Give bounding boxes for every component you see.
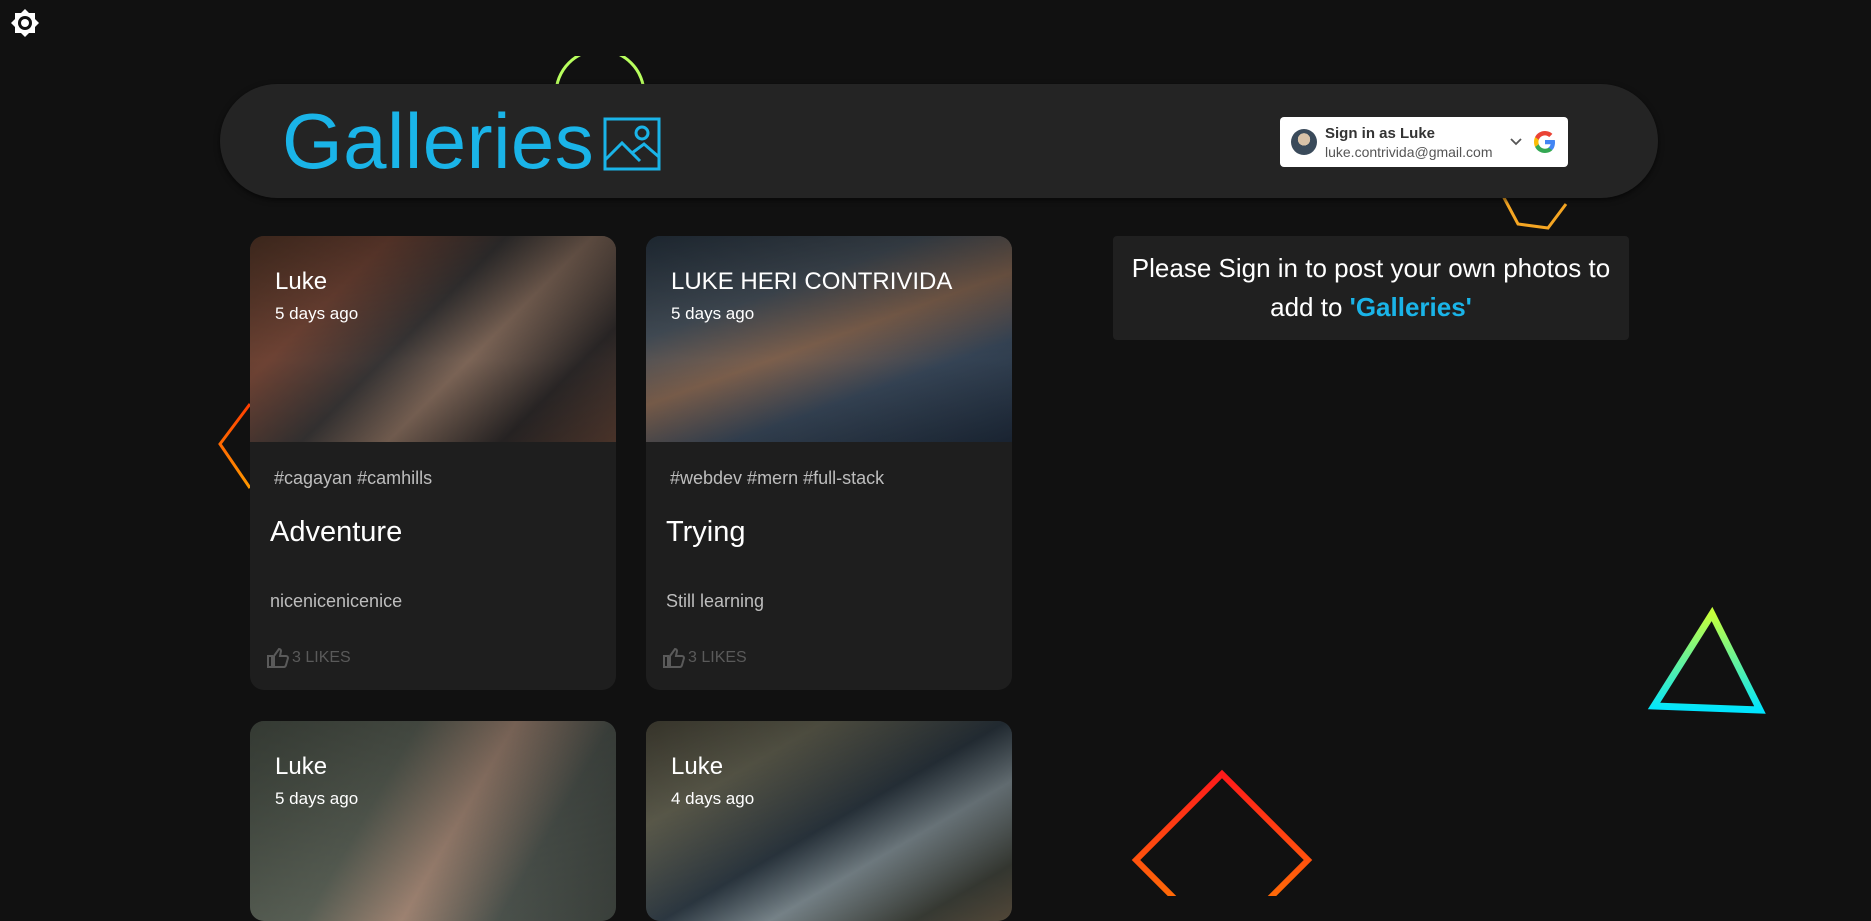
thumb-up-icon (663, 647, 686, 668)
post-time: 5 days ago (275, 304, 359, 323)
page-title: Galleries (282, 97, 595, 185)
post-time: 4 days ago (671, 789, 755, 808)
post-time: 5 days ago (275, 789, 359, 808)
post-message: Still learning (666, 591, 765, 611)
post-card[interactable]: Luke 4 days ago (646, 721, 1012, 921)
post-title: Adventure (270, 516, 403, 548)
post-card[interactable]: Luke 5 days ago #cagayan #camhills Adven… (250, 236, 616, 690)
triangle-decoration (1647, 606, 1766, 714)
post-card[interactable]: LUKE HERI CONTRIVIDA 5 days ago #webdev … (646, 236, 1012, 690)
google-signin-button[interactable]: Sign in as Luke luke.contrivida@gmail.co… (1280, 117, 1568, 167)
diamond-bottom-decoration (1131, 769, 1313, 896)
post-message: nicenicenicenice (270, 591, 403, 611)
image-icon (603, 117, 661, 171)
post-owner: LUKE HERI CONTRIVIDA (671, 268, 953, 295)
post-owner: Luke (275, 268, 328, 295)
google-icon (1534, 131, 1555, 153)
like-button[interactable]: 3 LIKES (662, 646, 747, 670)
post-tags: #cagayan #camhills (274, 468, 433, 488)
like-button[interactable]: 3 LIKES (266, 646, 351, 670)
post-card[interactable]: Luke 5 days ago (250, 721, 616, 921)
signin-notice: Please Sign in to post your own photos t… (1113, 236, 1629, 340)
thumb-up-icon (267, 647, 290, 668)
brightness-icon[interactable] (10, 8, 40, 38)
avatar (1291, 129, 1317, 155)
notice-highlight: 'Galleries' (1349, 292, 1472, 322)
post-title: Trying (666, 516, 746, 548)
post-owner: Luke (671, 753, 724, 780)
app-bar: Galleries Sign in as Luke luke.contrivid… (220, 84, 1658, 198)
signin-name: Sign in as Luke (1325, 125, 1436, 142)
diamond-left-decoration (218, 403, 252, 489)
post-tags: #webdev #mern #full-stack (670, 468, 885, 488)
post-owner: Luke (275, 753, 328, 780)
like-count: 3 LIKES (292, 649, 351, 666)
post-time: 5 days ago (671, 304, 755, 323)
signin-email: luke.contrivida@gmail.com (1325, 144, 1493, 160)
like-count: 3 LIKES (688, 649, 747, 666)
chevron-down-icon (1510, 138, 1522, 146)
